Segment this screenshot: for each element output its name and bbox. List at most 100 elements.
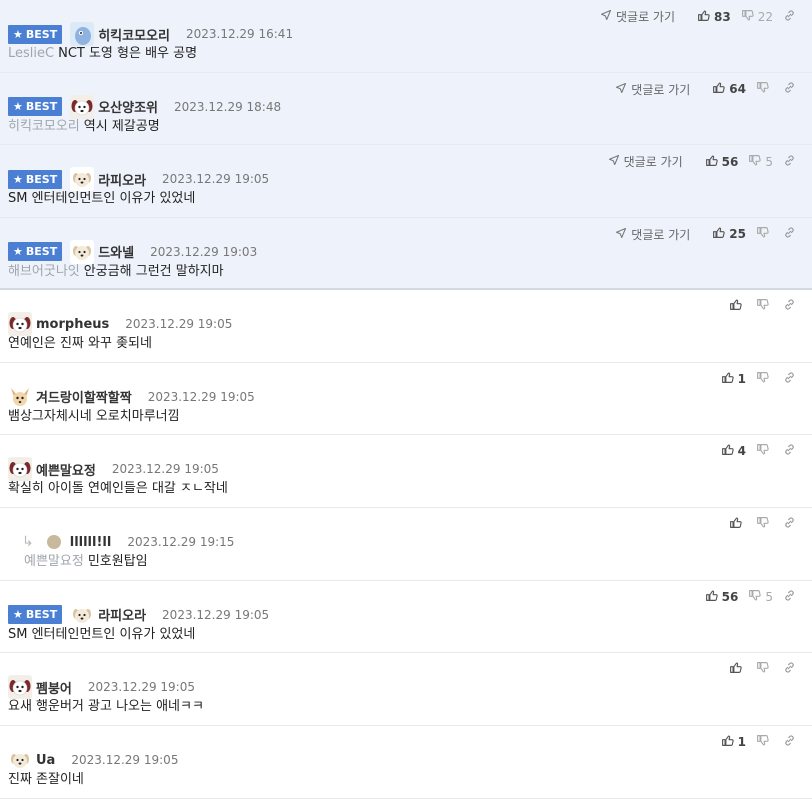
comment-author[interactable]: llllll!ll bbox=[70, 535, 112, 550]
upvote-count: 4 bbox=[737, 444, 746, 459]
comment-actions: 댓글로 가기 25 bbox=[615, 226, 800, 243]
upvote-button[interactable] bbox=[729, 298, 746, 314]
comment-author[interactable]: Ua bbox=[36, 753, 55, 768]
comment-body: 예쁜말요정 민호원탑임 bbox=[8, 548, 804, 579]
comment-author[interactable]: 오산양조위 bbox=[98, 97, 158, 116]
reply-item: ↳ llllll!ll 2023.12.29 19:15 예쁜말요정 민호원탑임 bbox=[0, 508, 812, 581]
share-link-button[interactable] bbox=[783, 443, 800, 459]
comment-date: 2023.12.29 18:48 bbox=[174, 99, 282, 114]
comment-author[interactable]: 예쁜말요정 bbox=[36, 460, 96, 479]
comment-text: 민호원탑임 bbox=[87, 554, 148, 570]
comment-item: Ua 2023.12.29 19:05 1 진짜 존잘이네 bbox=[0, 726, 812, 799]
comment-text: 안궁금해 그런건 말하지마 bbox=[83, 263, 224, 279]
reply-arrow-icon: ↳ bbox=[22, 534, 34, 551]
comment-list: ★ BEST 히킥코모오리 2023.12.29 16:41 댓글로 가기 83 22 Les… bbox=[0, 0, 812, 799]
comment-author[interactable]: 라피오라 bbox=[98, 170, 146, 189]
comment-actions bbox=[719, 298, 800, 314]
upvote-button[interactable]: 4 bbox=[721, 443, 746, 459]
downvote-button[interactable] bbox=[756, 371, 773, 387]
downvote-button[interactable] bbox=[756, 516, 773, 532]
upvote-button[interactable]: 56 bbox=[705, 154, 738, 170]
downvote-count: 5 bbox=[765, 154, 773, 169]
downvote-button[interactable]: 22 bbox=[741, 9, 773, 25]
share-link-button[interactable] bbox=[783, 9, 800, 25]
share-link-button[interactable] bbox=[783, 516, 800, 532]
star-icon: ★ bbox=[13, 27, 23, 41]
comment-text: SM 엔터테인먼트인 이유가 있었네 bbox=[8, 626, 196, 642]
upvote-button[interactable]: 25 bbox=[712, 226, 746, 242]
downvote-button[interactable] bbox=[756, 298, 773, 314]
reply-target-tag[interactable]: LeslieC bbox=[8, 46, 54, 61]
comment-actions: 4 bbox=[711, 443, 800, 459]
comment-body: 요새 행운버거 광고 나오는 애네ㅋㅋ bbox=[8, 693, 804, 724]
upvote-button[interactable]: 1 bbox=[721, 734, 746, 750]
comment-date: 2023.12.29 19:05 bbox=[125, 317, 233, 331]
link-icon bbox=[783, 9, 800, 25]
comment-text: 확실히 아이돌 연예인들은 대갈 ㅈㄴ작네 bbox=[8, 481, 228, 497]
comment-text: SM 엔터테인먼트인 이유가 있었네 bbox=[8, 191, 196, 206]
reply-target-tag[interactable]: 해브어굿나잇 bbox=[8, 264, 80, 279]
comment-actions: 댓글로 가기 64 bbox=[615, 81, 800, 98]
share-link-button[interactable] bbox=[783, 371, 800, 387]
upvote-button[interactable]: 1 bbox=[721, 371, 746, 387]
downvote-button[interactable]: 5 bbox=[748, 589, 773, 605]
share-link-button[interactable] bbox=[783, 154, 800, 170]
thumbs-down-icon bbox=[756, 298, 773, 314]
comment-author[interactable]: 펨붕어 bbox=[36, 678, 72, 697]
comment-author[interactable]: 겨드랑이할짝할짝 bbox=[36, 387, 132, 406]
goto-reply-link[interactable]: 댓글로 가기 bbox=[615, 81, 690, 98]
best-badge: ★ BEST bbox=[8, 605, 63, 625]
star-icon: ★ bbox=[13, 245, 23, 258]
share-link-button[interactable] bbox=[783, 81, 800, 97]
share-link-button[interactable] bbox=[783, 734, 800, 750]
share-link-button[interactable] bbox=[783, 661, 800, 677]
comment-author[interactable]: 히킥코모오리 bbox=[98, 25, 170, 44]
comment-body: SM 엔터테인먼트인 이유가 있었네 bbox=[8, 185, 804, 216]
thumbs-down-icon bbox=[748, 589, 765, 605]
upvote-button[interactable] bbox=[729, 516, 746, 532]
comment-date: 2023.12.29 19:05 bbox=[162, 607, 270, 622]
goto-reply-link[interactable]: 댓글로 가기 bbox=[608, 153, 683, 170]
downvote-button[interactable] bbox=[756, 226, 773, 242]
comment-text: 진짜 존잘이네 bbox=[8, 772, 84, 788]
comment-actions bbox=[719, 661, 800, 677]
thumbs-down-icon bbox=[756, 226, 773, 242]
comment-actions: 56 5 bbox=[695, 589, 800, 605]
downvote-button[interactable] bbox=[756, 661, 773, 677]
downvote-button[interactable] bbox=[756, 734, 773, 750]
comment-author[interactable]: 라피오라 bbox=[98, 605, 146, 624]
upvote-count: 1 bbox=[737, 371, 746, 386]
comment-text: NCT 도영 형은 배우 공명 bbox=[58, 46, 198, 61]
downvote-button[interactable] bbox=[756, 443, 773, 459]
comment-item: ★ BEST 드와넬 2023.12.29 19:03 댓글로 가기 25 해브어굿나잇 안궁… bbox=[0, 217, 812, 290]
share-link-button[interactable] bbox=[783, 589, 800, 605]
comment-author[interactable]: 드와넬 bbox=[98, 242, 134, 261]
link-icon bbox=[783, 589, 800, 605]
upvote-count: 56 bbox=[721, 589, 739, 604]
upvote-button[interactable]: 64 bbox=[712, 81, 746, 97]
downvote-button[interactable] bbox=[756, 81, 773, 97]
reply-target-tag[interactable]: 히킥코모오리 bbox=[8, 119, 80, 134]
share-link-button[interactable] bbox=[783, 298, 800, 314]
reply-target-tag[interactable]: 예쁜말요정 bbox=[24, 554, 84, 569]
comment-actions bbox=[719, 516, 800, 532]
upvote-button[interactable] bbox=[729, 661, 746, 677]
star-icon: ★ bbox=[13, 608, 23, 622]
downvote-count: 5 bbox=[765, 589, 773, 604]
link-icon bbox=[783, 371, 800, 387]
downvote-button[interactable]: 5 bbox=[748, 154, 773, 170]
share-link-button[interactable] bbox=[783, 226, 800, 242]
upvote-button[interactable]: 56 bbox=[705, 589, 739, 605]
link-icon bbox=[783, 154, 800, 170]
goto-reply-link[interactable]: 댓글로 가기 bbox=[615, 226, 690, 243]
goto-reply-link[interactable]: 댓글로 가기 bbox=[600, 8, 675, 25]
comment-author[interactable]: morpheus bbox=[36, 317, 109, 332]
link-icon bbox=[783, 516, 800, 532]
comment-item: ★ BEST 히킥코모오리 2023.12.29 16:41 댓글로 가기 83 22 Les… bbox=[0, 0, 812, 73]
thumbs-down-icon bbox=[756, 661, 773, 677]
thumbs-up-icon bbox=[729, 298, 746, 314]
thumbs-up-icon bbox=[729, 661, 746, 677]
upvote-button[interactable]: 83 bbox=[697, 9, 731, 25]
send-icon bbox=[615, 82, 631, 97]
thumbs-up-icon bbox=[721, 443, 738, 459]
